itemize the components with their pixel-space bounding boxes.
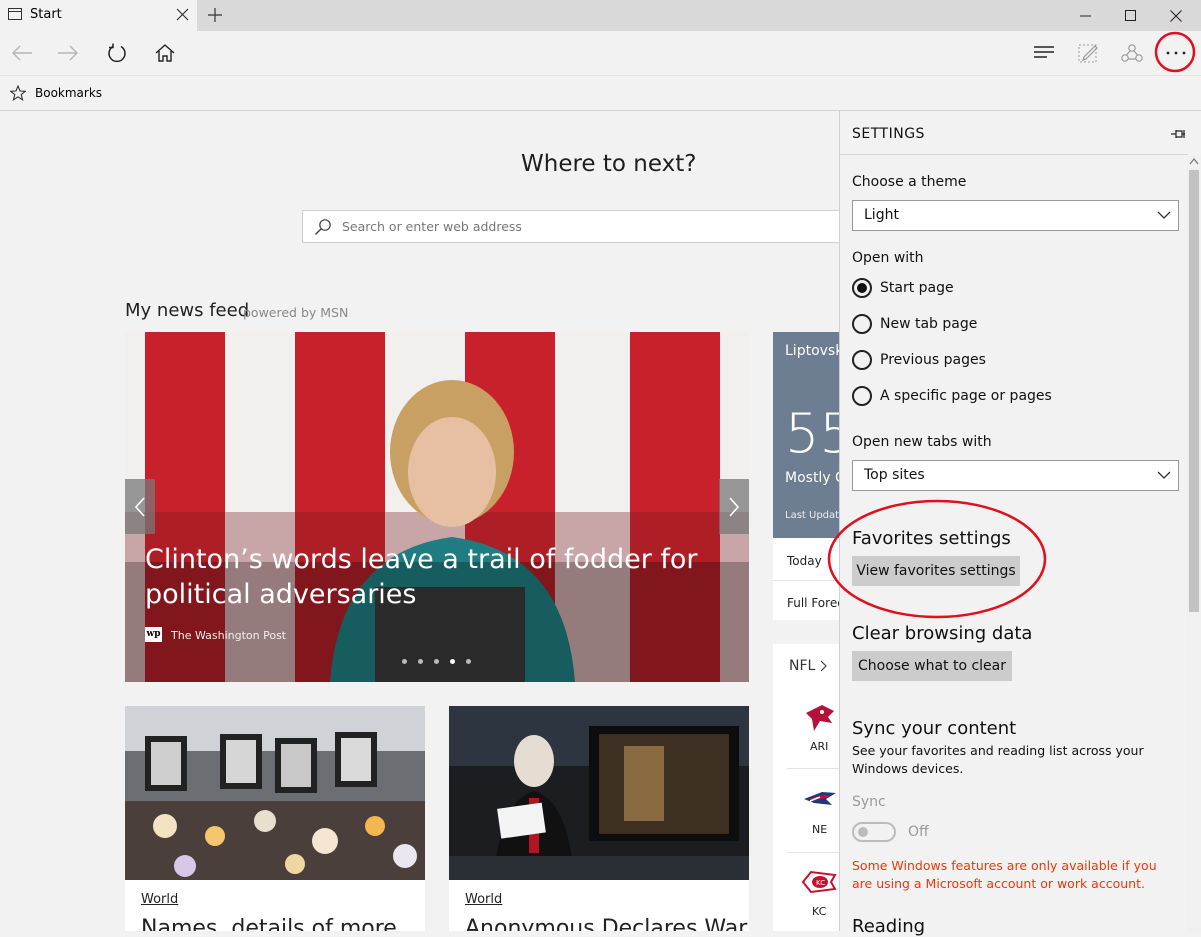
open-with-option[interactable]: New tab page	[852, 314, 977, 334]
slide-dot[interactable]	[402, 659, 407, 664]
scroll-up-icon[interactable]	[1189, 157, 1199, 165]
bookmarks-folder[interactable]: Bookmarks	[35, 86, 102, 100]
open-with-option-label: New tab page	[880, 316, 978, 332]
sync-label: Sync	[852, 794, 886, 810]
previous-slide-icon[interactable]	[125, 479, 155, 534]
slide-dot-active[interactable]	[450, 659, 455, 664]
forward-icon[interactable]	[46, 31, 90, 75]
search-placeholder: Search or enter web address	[342, 219, 522, 234]
new-tabs-dropdown-value: Top sites	[864, 467, 925, 483]
sync-state: Off	[908, 824, 929, 840]
divider	[787, 768, 839, 769]
open-with-option-label: Start page	[880, 280, 954, 296]
chiefs-logo-icon: KC	[801, 869, 837, 895]
news-card[interactable]: World Names, details of more	[125, 706, 425, 931]
open-with-option-label: A specific page or pages	[880, 388, 1052, 404]
reading-heading: Reading	[852, 916, 926, 937]
divider	[840, 154, 1188, 155]
news-card[interactable]: World Anonymous Declares War	[449, 706, 749, 931]
news-card-category[interactable]: World	[465, 892, 502, 907]
minimize-icon[interactable]	[1062, 0, 1108, 31]
news-card-title[interactable]: Anonymous Declares War	[465, 916, 747, 931]
back-icon[interactable]	[0, 31, 44, 75]
new-tabs-dropdown[interactable]: Top sites	[852, 460, 1179, 491]
theme-dropdown[interactable]: Light	[852, 200, 1179, 231]
hero-headline[interactable]: Clinton’s words leave a trail of fodder …	[145, 542, 705, 612]
radio-unselected[interactable]	[852, 350, 872, 370]
news-card-image	[449, 706, 749, 880]
slide-indicator	[402, 659, 471, 664]
radio-dot	[857, 283, 867, 293]
news-card-category[interactable]: World	[141, 892, 178, 907]
cardinals-logo-icon	[804, 703, 836, 733]
favorites-bar	[0, 75, 1201, 111]
hero-source: The Washington Post	[171, 629, 287, 642]
scrollbar-thumb[interactable]	[1189, 170, 1199, 612]
sync-description: See your favorites and reading list acro…	[852, 743, 1144, 776]
search-icon	[314, 218, 332, 236]
new-tab-icon[interactable]	[207, 7, 223, 23]
close-window-icon[interactable]	[1153, 0, 1199, 31]
tab-page-icon	[8, 8, 22, 20]
clear-browsing-heading: Clear browsing data	[852, 623, 1033, 644]
maximize-icon[interactable]	[1107, 0, 1153, 31]
new-tabs-label: Open new tabs with	[852, 434, 992, 450]
slide-dot[interactable]	[434, 659, 439, 664]
divider	[787, 852, 839, 853]
sync-heading: Sync your content	[852, 718, 1017, 739]
washington-post-logo: wp	[145, 627, 162, 642]
patriots-logo-icon	[802, 789, 838, 809]
news-feed-powered-by: powered by MSN	[243, 305, 349, 320]
page-heading: Where to next?	[521, 151, 697, 177]
web-note-icon[interactable]	[1066, 31, 1110, 75]
tab-title: Start	[30, 7, 62, 22]
slide-dot[interactable]	[418, 659, 423, 664]
more-actions-highlight-circle	[1153, 31, 1197, 75]
close-tab-icon[interactable]	[176, 8, 189, 21]
sync-warning: Some Windows features are only available…	[852, 858, 1157, 891]
settings-title: SETTINGS	[852, 126, 925, 142]
nfl-label[interactable]: NFL	[789, 658, 815, 674]
open-with-option[interactable]: Previous pages	[852, 350, 986, 370]
hub-icon[interactable]	[1022, 31, 1066, 75]
radio-unselected[interactable]	[852, 386, 872, 406]
chevron-down-icon	[1157, 471, 1171, 480]
weather-condition: Mostly C	[785, 470, 839, 486]
team-abbreviation: KC	[812, 905, 827, 918]
news-card-title[interactable]: Names, details of more	[141, 916, 397, 931]
open-with-option[interactable]: Start page	[852, 278, 954, 298]
slide-dot[interactable]	[466, 659, 471, 664]
sync-toggle-knob	[858, 827, 868, 837]
sync-toggle[interactable]	[852, 822, 896, 842]
radio-unselected[interactable]	[852, 314, 872, 334]
open-with-label: Open with	[852, 250, 924, 266]
news-feed-title: My news feed	[125, 300, 250, 321]
next-slide-icon[interactable]	[719, 479, 749, 534]
refresh-icon[interactable]	[95, 31, 139, 75]
weather-location: Liptovsk	[785, 343, 839, 359]
open-with-option-label: Previous pages	[880, 352, 986, 368]
star-icon	[10, 85, 26, 101]
theme-dropdown-value: Light	[864, 207, 899, 223]
chevron-right-icon	[820, 660, 828, 672]
svg-text:KC: KC	[816, 879, 825, 887]
team-abbreviation: ARI	[810, 740, 829, 753]
weather-today: Today	[787, 554, 822, 568]
favorites-highlight-circle	[826, 497, 1048, 621]
choose-what-to-clear-button[interactable]: Choose what to clear	[852, 651, 1012, 681]
theme-label: Choose a theme	[852, 174, 967, 190]
radio-selected[interactable]	[852, 278, 872, 298]
pin-icon[interactable]	[1170, 127, 1186, 141]
share-icon[interactable]	[1110, 31, 1154, 75]
home-icon[interactable]	[143, 31, 187, 75]
open-with-option[interactable]: A specific page or pages	[852, 386, 1052, 406]
nfl-tile[interactable]: NFL ARI NE KC KC	[773, 644, 839, 931]
team-abbreviation: NE	[812, 823, 828, 836]
weather-temperature: 55	[785, 402, 839, 465]
news-card-image	[125, 706, 425, 880]
chevron-down-icon	[1157, 211, 1171, 220]
